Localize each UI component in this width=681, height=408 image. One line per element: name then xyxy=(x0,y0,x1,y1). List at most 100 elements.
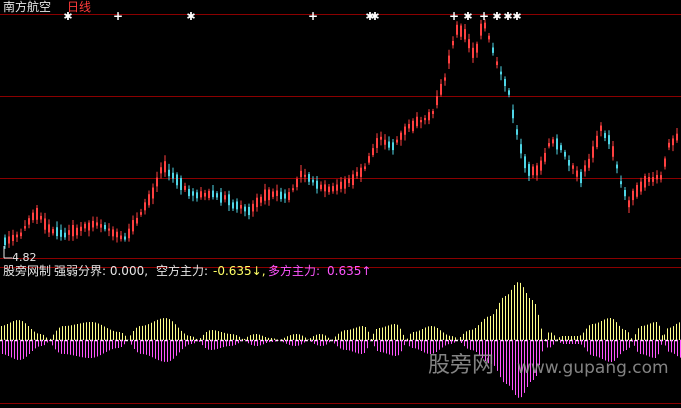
candle-body xyxy=(312,179,314,183)
candle-body xyxy=(560,145,562,151)
candle-body xyxy=(252,203,254,212)
candle-body xyxy=(200,191,202,198)
candle-body xyxy=(520,144,522,154)
candle-body xyxy=(224,195,226,200)
candle-body xyxy=(32,212,34,221)
candle-body xyxy=(236,201,238,210)
candle-body xyxy=(280,191,282,200)
candle-body xyxy=(248,206,250,216)
candle-body xyxy=(296,178,298,188)
candle-body xyxy=(344,179,346,189)
candle-body xyxy=(8,236,10,244)
asterisk-icon: ✱ xyxy=(492,10,501,23)
candle-body xyxy=(392,142,394,151)
candle-body xyxy=(168,169,170,177)
asterisk-icon: ✱ xyxy=(370,10,379,23)
candle-body xyxy=(188,188,190,197)
candle-body xyxy=(336,184,338,191)
candle-body xyxy=(24,226,26,229)
candlestick-series[interactable] xyxy=(4,19,678,249)
candle-body xyxy=(44,218,46,230)
candle-body xyxy=(180,178,182,190)
candle-body xyxy=(68,230,70,235)
asterisk-icon: ✱ xyxy=(186,10,195,23)
candle-body xyxy=(144,202,146,211)
candle-body xyxy=(204,192,206,197)
candle-body xyxy=(332,186,334,192)
candle-body xyxy=(340,181,342,189)
plus-icon: + xyxy=(308,9,318,23)
indicator-histogram[interactable] xyxy=(0,282,681,398)
candle-body xyxy=(364,166,366,170)
candle-body xyxy=(508,90,510,95)
candle-body xyxy=(240,204,242,209)
candle-body xyxy=(440,83,442,95)
candle-body xyxy=(596,135,598,148)
candle-body xyxy=(84,223,86,229)
candle-body xyxy=(184,185,186,190)
candle-body xyxy=(108,228,110,231)
kline-chart-window[interactable]: ✱ ✱ ✱✱ ✱ ✱ ✱ ✱+ + + + xyxy=(0,0,681,408)
candle-body xyxy=(316,180,318,189)
candle-body xyxy=(448,55,450,64)
kong-force-label: 空方主力: xyxy=(156,264,209,278)
candle-body xyxy=(152,187,154,199)
candle-body xyxy=(604,133,606,138)
candle-body xyxy=(216,193,218,198)
plus-icon: + xyxy=(113,9,123,23)
candle-body xyxy=(92,220,94,228)
candle-body xyxy=(380,136,382,140)
candle-body xyxy=(160,167,162,174)
candle-body xyxy=(576,170,578,177)
candle-body xyxy=(276,190,278,197)
candle-body xyxy=(112,229,114,237)
plus-icon: + xyxy=(449,9,459,23)
candle-body xyxy=(272,191,274,197)
chart-period[interactable]: 日线 xyxy=(67,0,91,14)
candle-body xyxy=(664,158,666,167)
candle-body xyxy=(396,139,398,143)
candle-body xyxy=(544,152,546,162)
candle-body xyxy=(416,116,418,127)
candle-body xyxy=(600,125,602,131)
candle-body xyxy=(352,174,354,186)
candle-body xyxy=(412,120,414,132)
candle-body xyxy=(628,200,630,208)
candle-body xyxy=(196,192,198,199)
candle-body xyxy=(16,234,18,238)
candle-body xyxy=(524,156,526,169)
candle-body xyxy=(432,111,434,114)
candle-body xyxy=(424,118,426,121)
candle-body xyxy=(612,146,614,157)
candle-body xyxy=(580,171,582,184)
candle-body xyxy=(80,226,82,231)
candle-body xyxy=(232,202,234,209)
candle-body xyxy=(132,220,134,232)
candle-body xyxy=(60,229,62,237)
candle-body xyxy=(464,29,466,40)
candle-body xyxy=(76,227,78,236)
candle-body xyxy=(472,47,474,58)
candle-body xyxy=(400,132,402,140)
candle-body xyxy=(156,177,158,187)
candle-body xyxy=(588,158,590,168)
candle-body xyxy=(404,126,406,135)
candle-body xyxy=(568,160,570,166)
asterisk-icon: ✱ xyxy=(463,10,472,23)
indicator-name[interactable]: 股旁网制 xyxy=(3,264,51,278)
candle-body xyxy=(676,133,678,141)
candle-body xyxy=(72,224,74,237)
candle-body xyxy=(408,124,410,129)
price-low-label: 4.82 xyxy=(12,251,37,264)
duo-force-label: 多方主力: xyxy=(268,264,321,278)
candle-body xyxy=(532,166,534,176)
candle-body xyxy=(228,194,230,206)
candle-body xyxy=(124,236,126,240)
candle-body xyxy=(88,222,90,231)
candle-body xyxy=(12,234,14,242)
candle-body xyxy=(120,235,122,240)
candle-body xyxy=(592,146,594,158)
asterisk-icon: ✱ xyxy=(503,10,512,23)
candle-body xyxy=(136,217,138,224)
kong-force-value: -0.635↓, xyxy=(213,264,266,278)
